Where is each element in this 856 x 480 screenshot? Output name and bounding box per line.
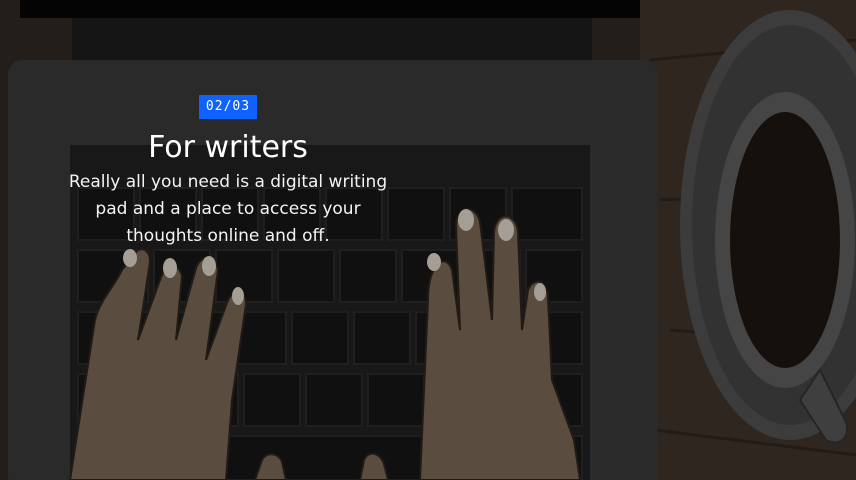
hero-slide: 02/03 For writers Really all you need is…	[0, 0, 856, 480]
slide-counter-badge: 02/03	[198, 95, 258, 119]
slide-title: For writers	[148, 130, 308, 165]
slide-caption: 02/03 For writers Really all you need is…	[54, 95, 402, 250]
slide-description: Really all you need is a digital writing…	[68, 172, 388, 246]
